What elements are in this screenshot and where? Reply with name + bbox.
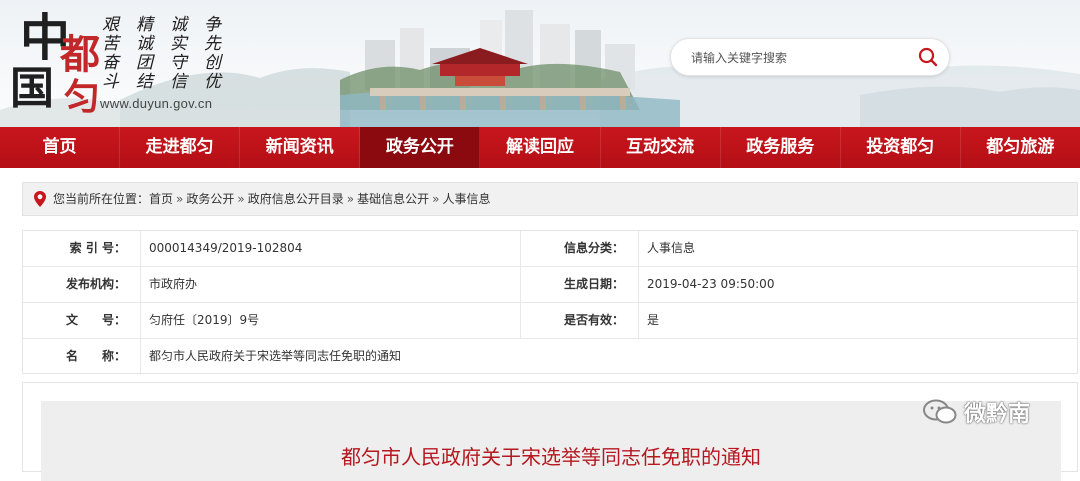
info-row: 索 引 号： 000014349/2019-102804 信息分类： 人事信息 <box>23 231 1077 267</box>
article-header: 都匀市人民政府关于宋选举等同志任免职的通知 <box>41 401 1061 481</box>
nav-item-home[interactable]: 首页 <box>0 127 121 168</box>
date-value: 2019-04-23 09:50:00 <box>647 277 775 291</box>
nav-item-interaction[interactable]: 互动交流 <box>601 127 721 168</box>
category-value: 人事信息 <box>647 241 696 255</box>
publisher-value: 市政府办 <box>141 267 521 302</box>
watermark-text: 微黔南 <box>964 402 1031 427</box>
nav-item-news[interactable]: 新闻资讯 <box>240 127 361 168</box>
info-row: 名 称： 都匀市人民政府关于宋选举等同志任免职的通知 <box>23 339 1077 375</box>
watermark: 微黔南 <box>922 392 1030 432</box>
breadcrumb-separator: » <box>346 192 355 206</box>
breadcrumb: 您当前所在位置：首页» 政务公开» 政府信息公开目录» 基础信息公开» 人事信息 <box>22 182 1078 216</box>
location-pin-icon <box>34 191 46 207</box>
date-label: 生成日期： <box>521 267 639 302</box>
breadcrumb-separator: » <box>432 192 440 206</box>
slogan-2: 精诚团结 <box>136 15 153 92</box>
document-number-label: 文 号： <box>23 303 141 338</box>
validity-value: 是 <box>647 313 660 327</box>
search-input[interactable] <box>689 47 903 69</box>
article-title: 都匀市人民政府关于宋选举等同志任免职的通知 <box>341 445 761 469</box>
category-label: 信息分类： <box>521 231 639 266</box>
index-number-label: 索 引 号： <box>23 231 141 266</box>
logo-char-yun: 匀 <box>64 76 101 118</box>
validity-label: 是否有效： <box>521 303 639 338</box>
nav-item-investment[interactable]: 投资都匀 <box>841 127 961 168</box>
search-icon[interactable] <box>917 46 939 68</box>
breadcrumb-info-catalog[interactable]: 政府信息公开目录 <box>248 192 344 206</box>
header-banner: 中 国 都 匀 艰苦奋斗 精诚团结 诚实守信 争先创优 www.duyun.go… <box>0 0 1080 127</box>
breadcrumb-government-affairs[interactable]: 政务公开 <box>186 192 234 206</box>
document-name-label: 名 称： <box>23 339 141 375</box>
document-number-value: 匀府任〔2019〕9号 <box>141 303 521 338</box>
nav-item-interpretation[interactable]: 解读回应 <box>480 127 601 168</box>
site-url: www.duyun.gov.cn <box>100 96 213 111</box>
main-nav: 首页 走进都匀 新闻资讯 政务公开 解读回应 互动交流 政务服务 投资都匀 都匀… <box>0 127 1080 168</box>
nav-item-about-duyun[interactable]: 走进都匀 <box>120 127 241 168</box>
document-name-value: 都匀市人民政府关于宋选举等同志任免职的通知 <box>149 349 402 363</box>
index-number-value: 000014349/2019-102804 <box>141 231 521 266</box>
nav-item-tourism[interactable]: 都匀旅游 <box>961 127 1080 168</box>
slogan-3: 诚实守信 <box>170 15 187 92</box>
breadcrumb-personnel-info[interactable]: 人事信息 <box>442 192 490 206</box>
document-info-table: 索 引 号： 000014349/2019-102804 信息分类： 人事信息 … <box>22 230 1078 375</box>
slogan-1: 艰苦奋斗 <box>102 15 119 92</box>
breadcrumb-home[interactable]: 首页 <box>149 192 173 206</box>
breadcrumb-separator: » <box>237 192 245 206</box>
breadcrumb-prefix: 您当前所在位置： <box>53 192 150 206</box>
nav-item-government-affairs[interactable]: 政务公开 <box>360 127 481 168</box>
wechat-icon <box>923 399 957 424</box>
publisher-label: 发布机构： <box>23 267 141 302</box>
info-row: 文 号： 匀府任〔2019〕9号 是否有效： 是 <box>23 303 1077 339</box>
slogan-4: 争先创优 <box>204 15 221 92</box>
logo-char-guo: 国 <box>10 63 54 114</box>
search-box <box>670 38 950 76</box>
breadcrumb-separator: » <box>176 192 184 206</box>
nav-item-government-services[interactable]: 政务服务 <box>721 127 841 168</box>
info-row: 发布机构： 市政府办 生成日期： 2019-04-23 09:50:00 <box>23 267 1077 303</box>
breadcrumb-basic-info[interactable]: 基础信息公开 <box>357 192 429 206</box>
